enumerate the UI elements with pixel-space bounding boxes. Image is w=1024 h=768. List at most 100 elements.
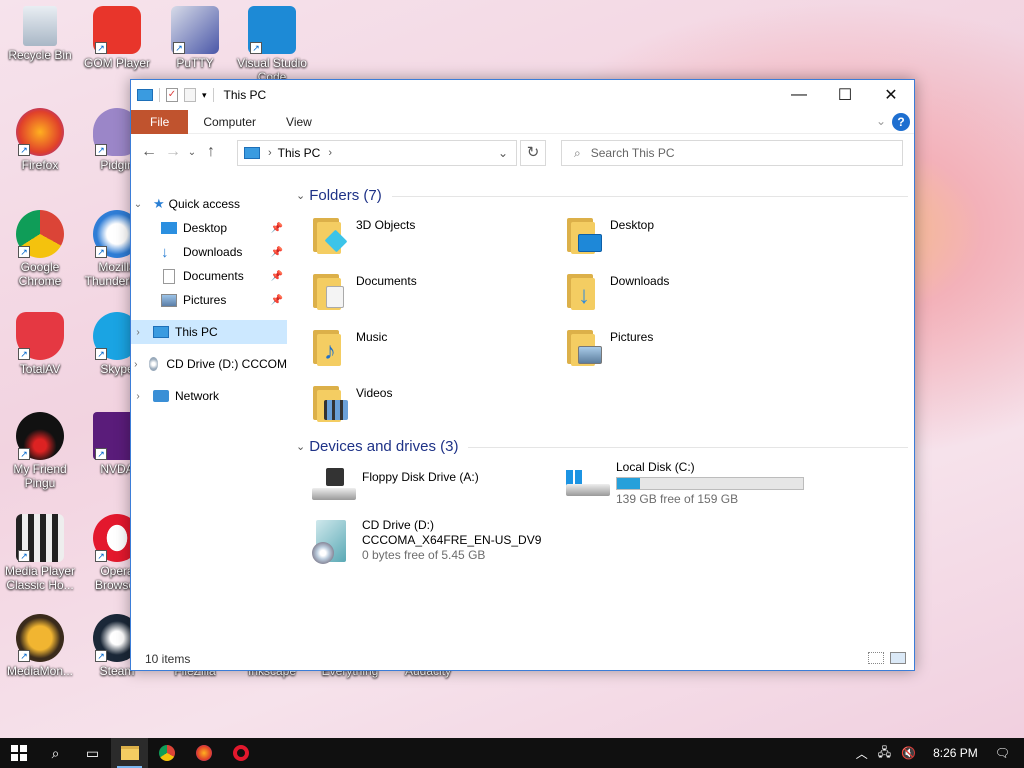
help-button[interactable]: ?: [892, 113, 910, 131]
desktop-icon-media-player-classic[interactable]: ↗ Media Player Classic Ho...: [0, 514, 80, 592]
totalav-icon: ↗: [16, 312, 64, 360]
breadcrumb-chevron-icon[interactable]: ›: [268, 147, 272, 159]
customize-toolbar-chevron-icon[interactable]: ▾: [202, 90, 207, 101]
breadcrumb-chevron-icon[interactable]: ›: [328, 147, 332, 159]
chrome-icon[interactable]: [148, 738, 185, 768]
up-button[interactable]: ↑: [199, 143, 223, 161]
close-button[interactable]: ✕: [868, 80, 914, 110]
desktop-icon-chrome[interactable]: ↗ Google Chrome: [0, 210, 80, 288]
search-box[interactable]: ⌕ Search This PC: [561, 140, 903, 166]
show-hidden-icons-chevron-icon[interactable]: ︿: [851, 745, 873, 762]
collapse-chevron-icon[interactable]: ⌄: [296, 189, 305, 202]
folder-videos[interactable]: Videos: [310, 382, 392, 422]
recent-locations-chevron-icon[interactable]: ⌄: [185, 147, 199, 158]
collapsed-chevron-icon[interactable]: ›: [131, 359, 141, 370]
nav-quick-access[interactable]: ⌄ ★ Quick access: [131, 192, 287, 216]
nav-label: CD Drive (D:) CCCOM: [166, 357, 287, 371]
folder-documents[interactable]: Documents: [310, 270, 417, 310]
nav-label: Network: [175, 389, 220, 403]
file-explorer-icon[interactable]: [111, 738, 148, 768]
address-bar[interactable]: › This PC › ⌄: [237, 140, 517, 166]
clock[interactable]: 8:26 PM: [921, 746, 990, 760]
this-pc-icon: [244, 147, 260, 159]
system-tray: ︿ 🖧 🔇 8:26 PM 🗨: [851, 738, 1024, 768]
start-icon[interactable]: [0, 738, 37, 768]
folder-downloads[interactable]: ↓ Downloads: [564, 270, 669, 310]
gom-player-icon: ↗: [93, 6, 141, 54]
new-folder-icon[interactable]: [184, 88, 196, 102]
notifications-icon[interactable]: 🗨: [990, 746, 1024, 760]
title-bar[interactable]: ✓ ▾ This PC — ☐ ✕: [131, 80, 914, 110]
drive-name: CD Drive (D:): [362, 518, 434, 532]
desktop-icon-recycle-bin[interactable]: Recycle Bin: [0, 6, 80, 62]
desktop-icon-pingu[interactable]: ↗ My Friend Pingu: [0, 412, 80, 490]
search-icon: ⌕: [574, 145, 581, 160]
desktop-icon-gom-player[interactable]: ↗ GOM Player: [77, 6, 157, 70]
firefox-icon: ↗: [16, 108, 64, 156]
nav-cd-drive[interactable]: › CD Drive (D:) CCCOM: [131, 352, 287, 376]
file-explorer-window: ✓ ▾ This PC — ☐ ✕ File Computer View ⌄ ?…: [130, 79, 915, 671]
window-controls: — ☐ ✕: [776, 80, 914, 110]
desktop-icon-label: Firefox: [21, 158, 59, 172]
vscode-icon: ↗: [248, 6, 296, 54]
divider: [212, 88, 214, 102]
large-icons-view-icon[interactable]: [890, 652, 906, 664]
drive-local-c[interactable]: Local Disk (C:) 139 GB free of 159 GB: [564, 460, 804, 508]
tab-file[interactable]: File: [131, 109, 189, 134]
properties-icon[interactable]: ✓: [166, 88, 178, 102]
desktop-icon-putty[interactable]: ↗ PuTTY: [155, 6, 235, 70]
search-icon[interactable]: ⌕: [37, 738, 74, 768]
task-view-icon[interactable]: ▭: [74, 738, 111, 768]
desktop-icon-mediamonkey[interactable]: ↗ MediaMon...: [0, 614, 80, 678]
forward-button[interactable]: →: [161, 143, 185, 161]
desktop-icon-totalav[interactable]: ↗ TotalAV: [0, 312, 80, 376]
network-icon: [153, 390, 169, 402]
tab-view[interactable]: View: [271, 110, 327, 134]
nav-pictures[interactable]: Pictures 📌: [131, 288, 287, 312]
this-pc-icon: [153, 326, 169, 338]
mediamonkey-icon: ↗: [16, 614, 64, 662]
folder-3d-objects[interactable]: 3D Objects: [310, 214, 415, 254]
tab-computer[interactable]: Computer: [188, 110, 271, 134]
maximize-button[interactable]: ☐: [822, 80, 868, 110]
refresh-button[interactable]: ↻: [520, 140, 546, 166]
minimize-button[interactable]: —: [776, 80, 822, 110]
folder-label: Downloads: [610, 274, 670, 288]
collapsed-chevron-icon[interactable]: ›: [131, 327, 145, 338]
nav-network[interactable]: › Network: [131, 384, 287, 408]
volume-muted-icon[interactable]: 🔇: [896, 746, 921, 760]
drive-name: Floppy Disk Drive (A:): [362, 470, 479, 484]
nav-documents[interactable]: Documents 📌: [131, 264, 287, 288]
nav-this-pc[interactable]: › This PC: [131, 320, 287, 344]
folder-label: 3D Objects: [356, 218, 416, 232]
folder-desktop[interactable]: Desktop: [564, 214, 654, 254]
nav-downloads[interactable]: ↓ Downloads 📌: [131, 240, 287, 264]
drive-free-space: 139 GB free of 159 GB: [616, 492, 739, 506]
desktop-icon-firefox[interactable]: ↗ Firefox: [0, 108, 80, 172]
folder-label: Music: [356, 330, 388, 344]
this-pc-icon: [137, 89, 153, 101]
folder-pictures[interactable]: Pictures: [564, 326, 653, 366]
opera-icon[interactable]: [222, 738, 259, 768]
details-view-icon[interactable]: [868, 652, 884, 664]
address-dropdown-chevron-icon[interactable]: ⌄: [498, 146, 508, 160]
nav-desktop[interactable]: Desktop 📌: [131, 216, 287, 240]
navigation-bar: ← → ⌄ ↑ › This PC › ⌄ ↻ ⌕ Search This PC: [131, 134, 914, 170]
desktop-icon-vscode[interactable]: ↗ Visual Studio Code: [232, 6, 312, 84]
breadcrumb-this-pc[interactable]: This PC: [278, 146, 321, 160]
network-icon[interactable]: 🖧: [873, 743, 896, 764]
nav-label: Desktop: [183, 221, 228, 235]
back-button[interactable]: ←: [137, 143, 161, 161]
firefox-icon[interactable]: [185, 738, 222, 768]
3d-objects-folder-icon: [310, 214, 350, 254]
expand-ribbon-chevron-icon[interactable]: ⌄: [876, 114, 886, 128]
drive-floppy-a[interactable]: Floppy Disk Drive (A:): [310, 466, 479, 514]
collapsed-chevron-icon[interactable]: ›: [131, 391, 145, 402]
collapse-chevron-icon[interactable]: ⌄: [296, 440, 305, 453]
group-header-devices[interactable]: ⌄ Devices and drives (3): [296, 436, 908, 456]
group-header-folders[interactable]: ⌄ Folders (7): [296, 185, 908, 205]
folder-music[interactable]: ♪ Music: [310, 326, 387, 366]
content-pane: ⌄ Folders (7) 3D Objects Desktop Documen…: [296, 187, 911, 645]
expanded-chevron-icon[interactable]: ⌄: [131, 199, 145, 210]
drive-cd-d[interactable]: CD Drive (D:) CCCOMA_X64FRE_EN-US_DV9 0 …: [310, 518, 541, 566]
